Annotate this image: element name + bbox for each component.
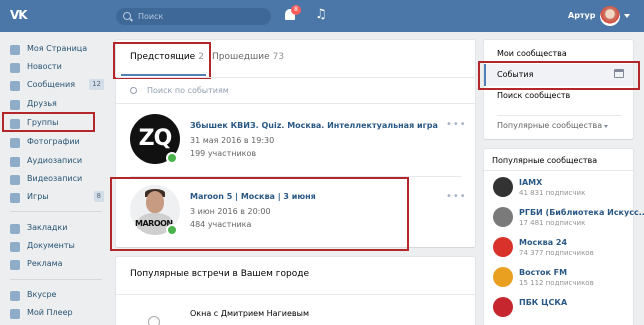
search-divider	[116, 103, 475, 104]
event-icon	[148, 316, 160, 325]
audio-icon	[10, 157, 20, 167]
documents-icon	[10, 242, 20, 252]
sidebar-item-photos[interactable]: Фотографии	[0, 133, 108, 151]
sidebar-item-label: Реклама	[27, 259, 63, 268]
sidebar-divider	[10, 211, 102, 212]
photos-icon	[10, 138, 20, 148]
sidebar-item-label: Видеозаписи	[27, 174, 83, 183]
sidebar-item-label: Документы	[27, 241, 75, 250]
community-name[interactable]: Восток FM	[519, 268, 567, 277]
chevron-down-icon[interactable]	[604, 125, 608, 128]
tab-past[interactable]: Прошедшие 73	[212, 52, 284, 62]
tab-label: Прошедшие	[212, 52, 270, 62]
map-pin-icon	[166, 152, 178, 164]
community-subscribers: 17 481 подписчик	[519, 219, 586, 227]
sidebar-item-ads[interactable]: Реклама	[0, 255, 108, 273]
sidebar-item-bookmarks[interactable]: Закладки	[0, 219, 108, 237]
avatar[interactable]	[600, 6, 620, 26]
messages-count-badge: 12	[89, 79, 104, 90]
community-subscribers: 15 112 подписчиков	[519, 279, 594, 287]
community-name[interactable]: IAMX	[519, 178, 542, 187]
notifications-badge: 8	[291, 5, 301, 15]
player-icon	[10, 309, 20, 319]
community-subscribers: 74 377 подписчиков	[519, 249, 594, 257]
menu-item-my-communities[interactable]: Мои сообщества	[497, 49, 567, 58]
highlight-frame-tab	[113, 42, 211, 79]
search-placeholder: Поиск	[138, 12, 164, 21]
more-options-icon[interactable]: •••	[446, 119, 467, 130]
event-date: 31 мая 2016 в 19:30	[190, 136, 275, 145]
sidebar-item-friends[interactable]: Друзья	[0, 95, 108, 113]
community-avatar[interactable]	[493, 297, 513, 317]
games-count-badge: 8	[93, 191, 104, 202]
search-input[interactable]: Поиск	[116, 8, 271, 25]
sidebar-item-label: Друзья	[27, 99, 57, 108]
sidebar-item-label: Сообщения	[27, 80, 76, 89]
event-search-placeholder: Поиск по событиям	[147, 86, 229, 95]
sidebar-item-label: Фотографии	[27, 137, 80, 146]
more-options-icon[interactable]: •••	[446, 191, 467, 202]
user-name[interactable]: Артур	[568, 11, 596, 20]
community-name[interactable]: ПБК ЦСКА	[519, 298, 567, 307]
chevron-down-icon[interactable]	[624, 14, 630, 18]
menu-divider	[497, 115, 621, 116]
ads-icon	[10, 260, 20, 270]
community-subscribers: 41 831 подписчик	[519, 189, 586, 197]
tab-count: 73	[272, 52, 285, 62]
sidebar-item-label: Игры	[27, 192, 49, 201]
community-name[interactable]: РГБИ (Библиотека Искусс...	[519, 208, 644, 217]
community-avatar[interactable]	[493, 237, 513, 257]
sidebar-item-label: Мой Плеер	[27, 308, 73, 317]
highlight-frame-events	[478, 61, 640, 90]
search-icon	[130, 87, 137, 94]
popular-event-title[interactable]: Окна с Дмитрием Нагиевым	[190, 309, 309, 318]
games-icon	[10, 193, 20, 203]
menu-item-search-communities[interactable]: Поиск сообществ	[497, 91, 570, 100]
home-icon	[10, 45, 20, 55]
community-avatar[interactable]	[493, 267, 513, 287]
sidebar-item-video[interactable]: Видеозаписи	[0, 170, 108, 188]
video-icon	[10, 175, 20, 185]
event-participants: 199 участников	[190, 149, 257, 158]
sidebar-item-documents[interactable]: Документы	[0, 237, 108, 255]
highlight-frame-event	[110, 177, 409, 251]
community-avatar[interactable]	[493, 177, 513, 197]
sidebar-divider	[10, 279, 102, 280]
messages-icon	[10, 81, 20, 91]
friends-icon	[10, 100, 20, 110]
community-name[interactable]: Москва 24	[519, 238, 567, 247]
popular-divider	[116, 294, 475, 295]
sidebar-item-label: Аудиозаписи	[27, 156, 83, 165]
popular-communities-title: Популярные сообщества	[492, 156, 598, 165]
sidebar-item-my-page[interactable]: Моя Страница	[0, 40, 108, 58]
sidebar-item-label: Новости	[27, 62, 62, 71]
sidebar-item-games[interactable]: Игры 8	[0, 188, 108, 206]
popular-communities-divider	[484, 170, 633, 171]
sidebar-item-label: Закладки	[27, 223, 68, 232]
community-avatar[interactable]	[493, 207, 513, 227]
sidebar-item-audio[interactable]: Аудиозаписи	[0, 152, 108, 170]
event-title[interactable]: Збышек КВИЗ. Quiz. Москва. Интеллектуаль…	[190, 121, 438, 130]
sidebar-item-label: Вкусре	[27, 290, 57, 299]
menu-item-popular-communities[interactable]: Популярные сообщества	[497, 121, 602, 130]
vk-logo[interactable]: VK	[10, 8, 30, 24]
bookmarks-icon	[10, 224, 20, 234]
top-bar: VK Поиск 8 ♫ Артур	[0, 0, 644, 32]
highlight-frame-groups	[2, 112, 95, 132]
app-icon	[10, 291, 20, 301]
search-icon	[123, 12, 131, 20]
news-icon	[10, 63, 20, 73]
sidebar-item-label: Моя Страница	[27, 44, 88, 53]
sidebar-item-player[interactable]: Мой Плеер	[0, 304, 108, 322]
sidebar-item-messages[interactable]: Сообщения 12	[0, 76, 108, 94]
sidebar-item-app[interactable]: Вкусре	[0, 286, 108, 304]
tabs-divider	[116, 77, 475, 78]
popular-events-title: Популярные встречи в Вашем городе	[130, 269, 310, 279]
music-icon[interactable]: ♫	[315, 8, 327, 22]
sidebar-item-news[interactable]: Новости	[0, 58, 108, 76]
